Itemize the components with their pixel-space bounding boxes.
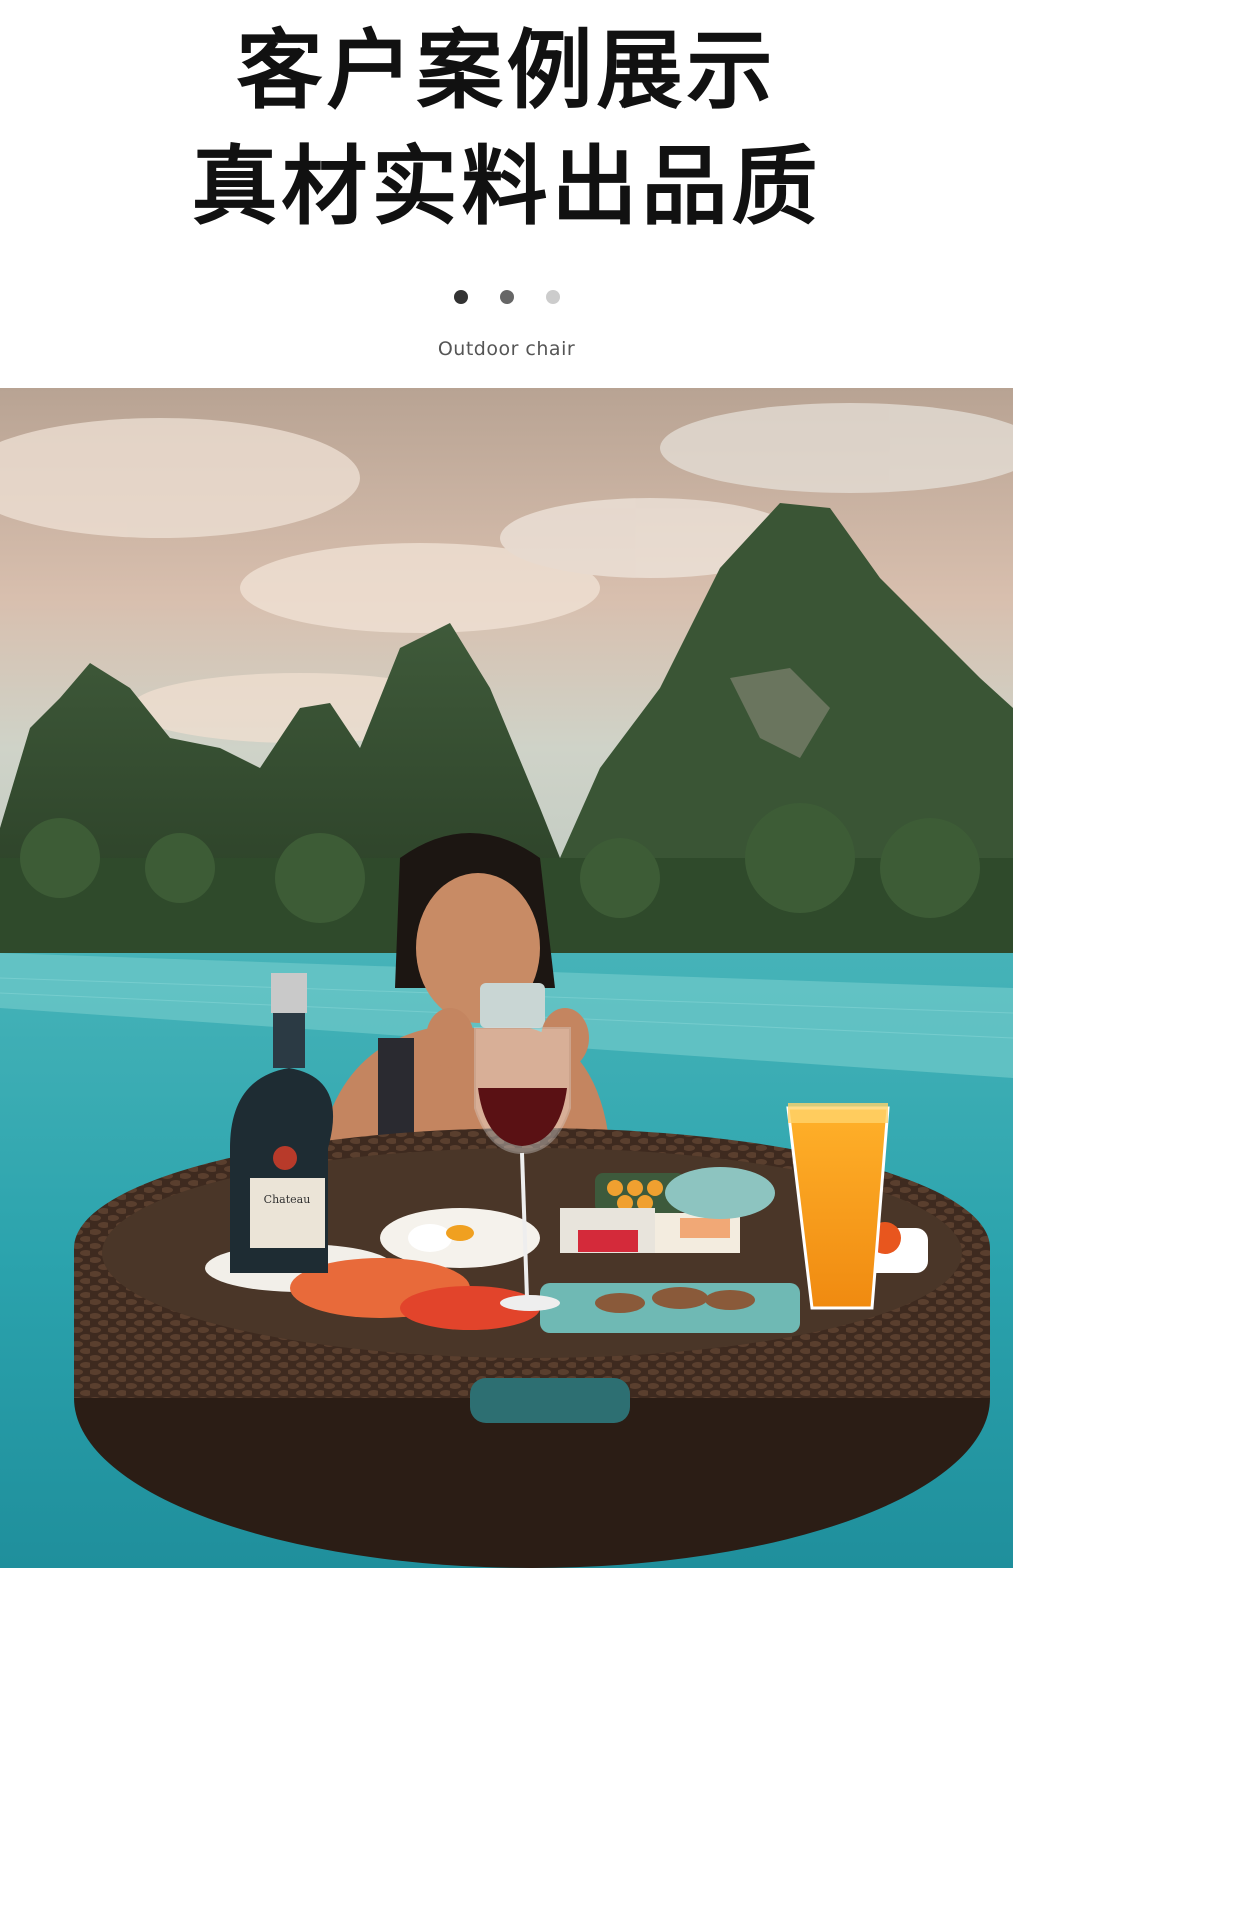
carousel-dot-3[interactable] [545,290,560,304]
product-photo: Chateau [0,388,1013,1568]
header-section: 客户案例展示 真材实料出品质 Outdoor chair [0,0,1013,388]
carousel-dot-2[interactable] [499,290,514,304]
caption: Outdoor chair [437,338,576,360]
carousel-indicator [0,290,1013,304]
page-title: 客户案例展示 [236,21,777,121]
page-subtitle: 真材实料出品质 [191,137,822,237]
bottle-label: Chateau [264,1193,311,1206]
carousel-dot-1[interactable] [453,290,468,304]
